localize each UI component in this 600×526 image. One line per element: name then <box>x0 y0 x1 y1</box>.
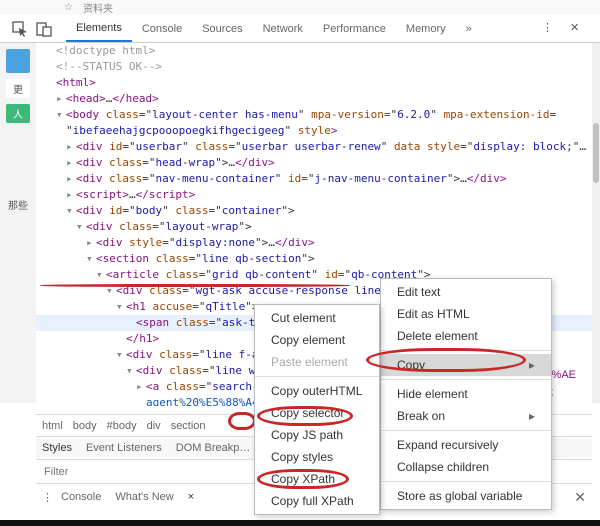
menu-item-collapse-children[interactable]: Collapse children <box>381 456 551 478</box>
code-line[interactable]: ▸<div class="head-wrap">…</div> <box>36 155 592 171</box>
code-line[interactable]: ▾<div class="layout-wrap"> <box>36 219 592 235</box>
bottom-border <box>0 520 600 526</box>
context-menu-copy-submenu[interactable]: Cut elementCopy elementPaste element Copy… <box>254 304 380 515</box>
subtab-styles[interactable]: Styles <box>42 442 72 454</box>
menu-item-hide-element[interactable]: Hide element <box>381 383 551 405</box>
menu-item-store-as-global-variable[interactable]: Store as global variable <box>381 485 551 507</box>
menu-item-edit-as-html[interactable]: Edit as HTML <box>381 303 551 325</box>
code-line[interactable]: ▸<head>…</head> <box>36 91 592 107</box>
gutter-label: 更 <box>6 79 30 98</box>
crumb-div[interactable]: div <box>147 420 161 432</box>
code-line[interactable]: <!doctype html> <box>36 43 592 59</box>
kebab-menu-icon[interactable]: ⋮ <box>42 491 53 504</box>
annotation-underline <box>40 284 350 287</box>
gutter-misc: 那些 <box>6 195 30 214</box>
crumb-body[interactable]: body <box>73 420 97 432</box>
code-line[interactable]: "ibefaeehajgcpooopoegkifhgecigeeg" style… <box>36 123 592 139</box>
menu-item-copy-full-xpath[interactable]: Copy full XPath <box>255 490 379 512</box>
tab-elements[interactable]: Elements <box>66 15 132 42</box>
menu-item-copy[interactable]: Copy <box>381 354 551 376</box>
drawer-tab-console[interactable]: Console <box>61 491 101 503</box>
device-toggle-icon[interactable] <box>36 21 52 37</box>
inspect-icon[interactable] <box>12 21 28 37</box>
subtab-dom-bp[interactable]: DOM Breakp… <box>176 442 251 454</box>
crumb-section[interactable]: section <box>171 420 206 432</box>
tab-console[interactable]: Console <box>132 15 192 42</box>
browser-bookmark-bar: ☆ 资料夹 <box>0 0 600 15</box>
tab-memory[interactable]: Memory <box>396 15 456 42</box>
menu-item-copy-xpath[interactable]: Copy XPath <box>255 468 379 490</box>
scroll-thumb[interactable] <box>593 123 599 183</box>
code-line[interactable]: <html> <box>36 75 592 91</box>
code-line[interactable]: ▸<div id="userbar" class="userbar userba… <box>36 139 592 155</box>
bookmark-star-icon[interactable]: ☆ <box>64 2 73 13</box>
kebab-menu-icon[interactable]: ⋮ <box>542 21 558 37</box>
drawer-close-icon[interactable]: ✕ <box>574 489 586 506</box>
subtab-event-listeners[interactable]: Event Listeners <box>86 442 162 454</box>
code-line[interactable]: ▸<script>…</script> <box>36 187 592 203</box>
bookmark-folder[interactable]: 资料夹 <box>83 0 113 15</box>
tab-sources[interactable]: Sources <box>192 15 252 42</box>
code-line[interactable]: ▾<body class="layout-center has-menu" mp… <box>36 107 592 123</box>
menu-item-copy-js-path[interactable]: Copy JS path <box>255 424 379 446</box>
menu-item-delete-element[interactable]: Delete element <box>381 325 551 347</box>
close-devtools-icon[interactable]: ✕ <box>570 21 586 37</box>
code-line[interactable]: ▸<div class="nav-menu-container" id="j-n… <box>36 171 592 187</box>
gutter-avatar <box>6 49 30 73</box>
menu-item-edit-text[interactable]: Edit text <box>381 281 551 303</box>
tab-network[interactable]: Network <box>253 15 313 42</box>
menu-item-copy-styles[interactable]: Copy styles <box>255 446 379 468</box>
scrollbar-vertical[interactable] <box>592 43 600 403</box>
menu-item-copy-outerhtml[interactable]: Copy outerHTML <box>255 380 379 402</box>
code-line[interactable]: ▾<section class="line qb-section"> <box>36 251 592 267</box>
tab-performance[interactable]: Performance <box>313 15 396 42</box>
page-gutter-sidebar: 更 人 那些 <box>0 43 36 403</box>
crumb-html[interactable]: html <box>42 420 63 432</box>
drawer-badge: × <box>188 491 194 503</box>
code-line[interactable]: <!--STATUS OK--> <box>36 59 592 75</box>
code-line[interactable]: ▾<div id="body" class="container"> <box>36 203 592 219</box>
crumb-body-id[interactable]: #body <box>107 420 137 432</box>
gutter-label: 人 <box>6 104 30 123</box>
devtools-toolbar: Elements Console Sources Network Perform… <box>0 15 600 43</box>
menu-item-copy-element[interactable]: Copy element <box>255 329 379 351</box>
menu-item-cut-element[interactable]: Cut element <box>255 307 379 329</box>
menu-item-expand-recursively[interactable]: Expand recursively <box>381 434 551 456</box>
drawer-tab-whatsnew[interactable]: What's New <box>115 491 173 503</box>
context-menu-main[interactable]: Edit textEdit as HTMLDelete element Copy H… <box>380 278 552 510</box>
tab-overflow[interactable]: » <box>456 15 482 42</box>
devtools-tabs: Elements Console Sources Network Perform… <box>66 15 482 42</box>
code-line[interactable]: ▸<div style="display:none">…</div> <box>36 235 592 251</box>
menu-item-paste-element: Paste element <box>255 351 379 373</box>
menu-item-copy-selector[interactable]: Copy selector <box>255 402 379 424</box>
menu-item-break-on[interactable]: Break on <box>381 405 551 427</box>
